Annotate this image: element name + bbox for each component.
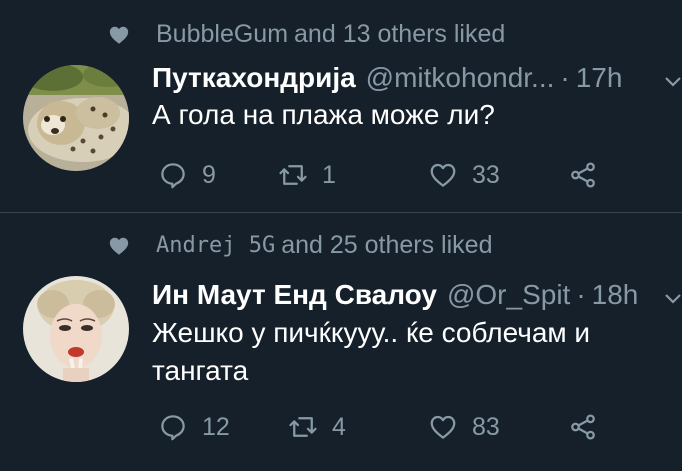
share-icon	[571, 414, 595, 440]
retweet-icon	[289, 417, 317, 437]
user-handle[interactable]: @mitkohondr...	[366, 62, 555, 94]
chevron-down-icon[interactable]	[664, 76, 682, 88]
avatar[interactable]	[23, 276, 129, 382]
share-icon	[571, 162, 595, 188]
like-button[interactable]: 33	[428, 160, 568, 190]
reply-button[interactable]: 9	[158, 160, 278, 190]
like-count: 33	[472, 160, 500, 189]
reply-icon	[161, 163, 185, 189]
retweet-button[interactable]: 4	[288, 412, 428, 442]
timestamp[interactable]: 17h	[576, 62, 623, 94]
display-name[interactable]: Ин Маут Енд Свалоу	[152, 279, 437, 311]
tweet-header: Путкахондрија @mitkohondr... · 17h	[152, 62, 622, 94]
retweet-count: 4	[332, 412, 346, 441]
tweet-text: Жешко у пичќкууу.. ќе соблечам и тангата	[152, 317, 591, 386]
retweet-button[interactable]: 1	[278, 160, 428, 190]
separator-dot: ·	[560, 62, 570, 93]
liker-name[interactable]: Andrej 5G	[156, 233, 275, 258]
reply-count: 12	[202, 412, 230, 441]
chevron-down-icon[interactable]	[664, 293, 682, 305]
tweet-actions: 12 4 83	[158, 412, 598, 442]
social-context: Andrej 5G and 25 others liked	[108, 231, 492, 260]
retweet-icon	[279, 165, 307, 185]
retweet-count: 1	[322, 160, 336, 189]
user-handle[interactable]: @Or_Spit	[447, 279, 570, 311]
cheetah-cub-avatar	[23, 65, 129, 171]
timestamp[interactable]: 18h	[592, 279, 639, 311]
display-name[interactable]: Путкахондрија	[152, 62, 356, 94]
like-count: 83	[472, 412, 500, 441]
heart-icon	[430, 163, 456, 187]
reply-icon	[161, 415, 185, 441]
tweet-header: Ин Маут Енд Свалоу @Or_Spit · 18h	[152, 279, 638, 311]
social-context: BubbleGum and 13 others liked	[108, 20, 505, 49]
heart-icon	[430, 415, 456, 439]
marilyn-portrait-avatar	[23, 276, 129, 382]
heart-filled-icon	[109, 26, 129, 44]
tweet-text: А гола на плажа може ли?	[152, 99, 495, 130]
social-context-text: and 25 others liked	[281, 231, 493, 259]
reply-count: 9	[202, 160, 216, 189]
tweet-card[interactable]: BubbleGum and 13 others liked Путкахондр…	[0, 0, 682, 212]
tweet-actions: 9 1 33	[158, 160, 598, 190]
social-context-text: and 13 others liked	[294, 20, 506, 48]
avatar[interactable]	[23, 65, 129, 171]
heart-filled-icon	[109, 237, 129, 255]
separator-dot: ·	[576, 279, 586, 310]
like-button[interactable]: 83	[428, 412, 568, 442]
share-button[interactable]	[568, 412, 598, 442]
share-button[interactable]	[568, 160, 598, 190]
tweet-card[interactable]: Andrej 5G and 25 others liked Ин Маут Ен…	[0, 213, 682, 471]
liker-name[interactable]: BubbleGum	[156, 20, 288, 49]
reply-button[interactable]: 12	[158, 412, 288, 442]
